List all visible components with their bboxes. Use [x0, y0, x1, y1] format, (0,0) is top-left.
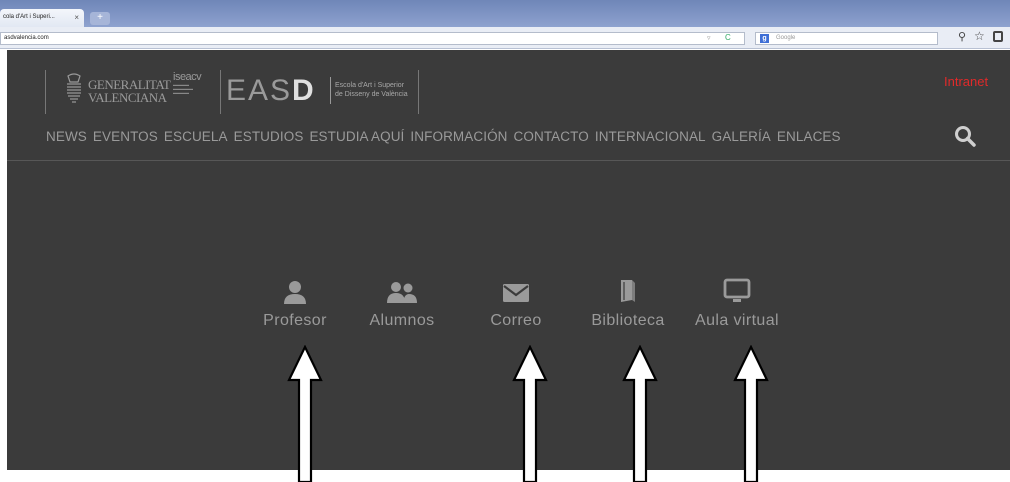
nav-divider [7, 160, 1010, 161]
nav-item-eventos[interactable]: EVENTOS [93, 129, 158, 144]
nav-item-galeria[interactable]: GALERÍA [712, 129, 771, 144]
main-nav: NEWS EVENTOS ESCUELA ESTUDIOS ESTUDIA AQ… [46, 129, 841, 144]
dropdown-icon[interactable]: ▿ [707, 34, 711, 42]
nav-item-escuela[interactable]: ESCUELA [164, 129, 228, 144]
url-text: asdvalencia.com [4, 35, 49, 41]
intranet-link[interactable]: Intranet [944, 74, 988, 89]
easd-logo[interactable]: EASD [226, 74, 316, 108]
easd-prefix: EAS [226, 74, 293, 107]
iseacv-subtitle: ▬▬▬▬ ▬▬▬▬▬ ▬▬▬▬ [173, 82, 193, 95]
browser-tabstrip: cola d'Art i Superi... × + [0, 0, 1010, 27]
divider [418, 70, 419, 114]
portal-label: Alumnos [369, 312, 435, 329]
website: GENERALITAT VALENCIANA iseacv ▬▬▬▬ ▬▬▬▬▬ ▬… [7, 50, 1010, 470]
divider [330, 77, 331, 104]
arrow-biblioteca-icon [622, 345, 658, 482]
portal-label: Aula virtual [695, 312, 779, 329]
nav-item-estudios[interactable]: ESTUDIOS [234, 129, 304, 144]
browser-tab[interactable]: cola d'Art i Superi... × [0, 9, 84, 27]
arrow-correo-icon [512, 345, 548, 482]
close-icon[interactable]: × [74, 13, 79, 22]
browser-toolbar: asdvalencia.com ▿ C g Google ⚲ ☆ [0, 27, 1010, 49]
generalitat-logo[interactable]: GENERALITAT VALENCIANA [64, 70, 171, 110]
nav-item-informacion[interactable]: INFORMACIÓN [410, 129, 507, 144]
monitor-icon [723, 278, 751, 302]
arrow-aula-virtual-icon [733, 345, 769, 482]
nav-item-enlaces[interactable]: ENLACES [777, 129, 841, 144]
search-icon[interactable]: ⚲ [958, 30, 966, 43]
arrow-profesor-icon [287, 345, 323, 482]
search-icon[interactable] [954, 125, 978, 149]
reload-icon[interactable]: C [725, 33, 731, 42]
address-bar[interactable]: asdvalencia.com ▿ C [0, 32, 745, 45]
divider [45, 70, 46, 114]
easd-suffix: D [292, 74, 316, 107]
book-icon [621, 280, 635, 302]
portal-label: Correo [490, 312, 542, 329]
browser-search-input[interactable]: g Google [755, 32, 938, 45]
easd-sub-line1: Escola d'Art i Superior [335, 82, 405, 89]
bat-emblem-icon [67, 73, 81, 103]
users-icon [387, 282, 417, 303]
nav-item-news[interactable]: NEWS [46, 129, 87, 144]
tab-title: cola d'Art i Superi... [3, 14, 55, 20]
portal-correo[interactable]: Correo [483, 276, 549, 330]
gva-line2: VALENCIANA [88, 90, 167, 105]
iseacv-logo[interactable]: iseacv ▬▬▬▬ ▬▬▬▬▬ ▬▬▬▬ [173, 71, 213, 107]
nav-item-estudia-aqui[interactable]: ESTUDIA AQUÍ [309, 129, 404, 144]
user-icon [284, 281, 306, 304]
nav-item-contacto[interactable]: CONTACTO [514, 129, 589, 144]
easd-subtitle: Escola d'Art i Superior de Disseny de Va… [335, 81, 408, 99]
portal-profesor[interactable]: Profesor [252, 276, 338, 330]
easd-sub-line2: de Disseny de València [335, 91, 408, 98]
star-icon[interactable]: ☆ [974, 29, 985, 43]
new-tab-button[interactable]: + [90, 12, 110, 25]
divider [220, 70, 221, 114]
portal-label: Biblioteca [591, 312, 665, 329]
nav-item-internacional[interactable]: INTERNACIONAL [595, 129, 706, 144]
portal-biblioteca[interactable]: Biblioteca [585, 276, 671, 330]
home-icon[interactable] [993, 31, 1003, 42]
portal-label: Profesor [263, 312, 327, 329]
envelope-icon [503, 284, 529, 302]
google-icon: g [760, 34, 769, 43]
portal-aula-virtual[interactable]: Aula virtual [687, 276, 787, 330]
portal-alumnos[interactable]: Alumnos [364, 276, 440, 330]
search-placeholder: Google [776, 35, 796, 41]
